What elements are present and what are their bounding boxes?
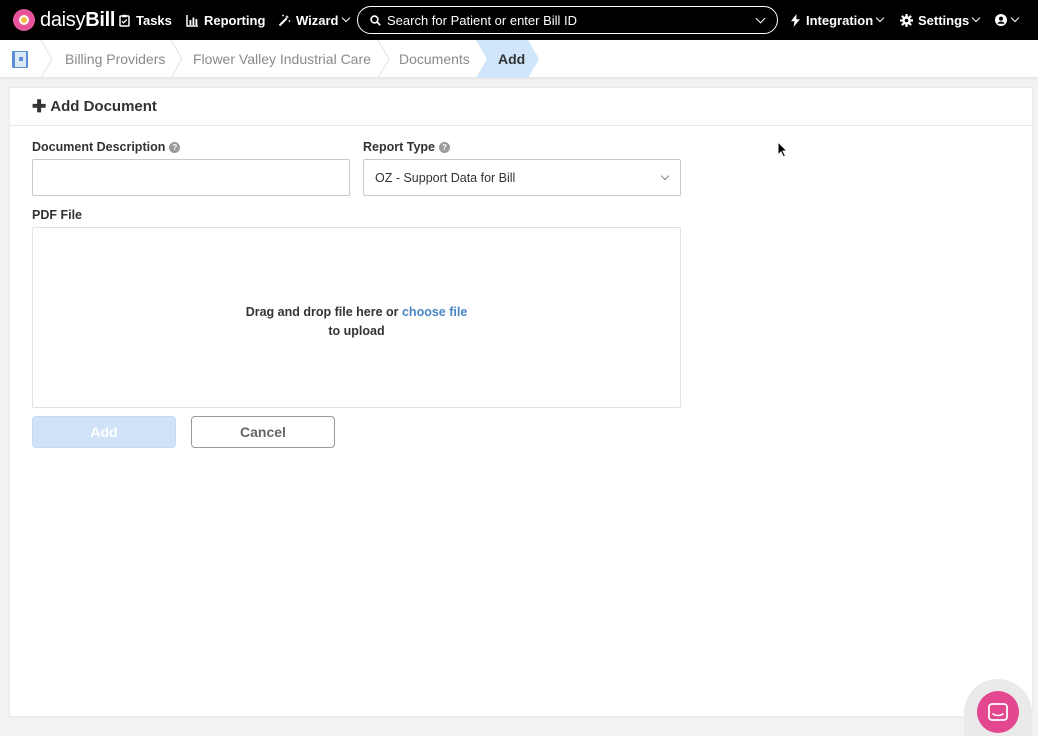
nav-wizard-label: Wizard: [296, 12, 339, 28]
description-label: Document Description ?: [32, 140, 181, 154]
help-icon[interactable]: ?: [439, 141, 450, 153]
dropzone-text: Drag and drop file here or choose file t…: [33, 303, 680, 341]
book-icon: [12, 50, 28, 68]
gear-icon: [900, 13, 913, 27]
breadcrumb: Billing Providers Flower Valley Industri…: [0, 40, 1038, 78]
user-icon: [995, 14, 1007, 26]
wand-icon: [278, 14, 291, 26]
search-bar[interactable]: [357, 6, 778, 34]
choose-file-link[interactable]: choose file: [402, 305, 467, 319]
search-input[interactable]: [387, 12, 747, 28]
chevron-down-icon: [341, 13, 350, 23]
card-header: ✚ Add Document: [10, 88, 1032, 126]
report-type-label-text: Report Type: [363, 140, 435, 154]
nav-integration[interactable]: Integration: [790, 0, 885, 40]
chevron-down-icon: [875, 13, 885, 23]
breadcrumb-active-label: Add: [498, 51, 526, 67]
chat-icon: [988, 703, 1008, 721]
description-label-text: Document Description: [32, 140, 166, 154]
nav-reporting[interactable]: Reporting: [186, 0, 265, 40]
breadcrumb-item-provider[interactable]: Flower Valley Industrial Care: [193, 40, 371, 78]
mouse-cursor-icon: [777, 141, 788, 158]
nav-settings[interactable]: Settings: [900, 0, 981, 40]
chevron-down-icon: [660, 171, 670, 181]
brand-logo[interactable]: daisyBill: [13, 0, 115, 40]
breadcrumb-separator: [170, 40, 183, 78]
top-nav: daisyBill Tasks Reporting Wizard Integra…: [0, 0, 1038, 40]
breadcrumb-home[interactable]: [0, 40, 40, 78]
add-button[interactable]: Add: [32, 416, 176, 448]
help-icon[interactable]: ?: [169, 141, 181, 153]
chevron-down-icon: [972, 13, 981, 23]
cancel-button[interactable]: Cancel: [191, 416, 335, 448]
chat-launcher-button[interactable]: [977, 691, 1019, 733]
document-description-input[interactable]: [32, 159, 350, 196]
breadcrumb-separator: [377, 40, 390, 78]
search-icon: [370, 14, 381, 26]
nav-user-menu[interactable]: [995, 0, 1020, 40]
report-type-value: OZ - Support Data for Bill: [375, 170, 516, 185]
add-document-card: ✚ Add Document Document Description ? Re…: [9, 87, 1033, 717]
breadcrumb-item-documents[interactable]: Documents: [399, 40, 470, 78]
clipboard-icon: [119, 14, 130, 27]
nav-integration-label: Integration: [806, 12, 874, 28]
nav-settings-label: Settings: [918, 12, 970, 28]
search-dropdown-icon[interactable]: [755, 13, 766, 24]
dropzone-text-before: Drag and drop file here or: [245, 305, 402, 319]
chevron-down-icon: [1010, 13, 1020, 23]
logo-icon: [13, 9, 35, 31]
nav-tasks[interactable]: Tasks: [118, 0, 172, 40]
report-type-label: Report Type ?: [363, 140, 450, 154]
dropzone-text-after: to upload: [328, 324, 385, 338]
breadcrumb-separator: [40, 40, 53, 78]
brand-name: daisyBill: [40, 8, 116, 31]
file-dropzone[interactable]: Drag and drop file here or choose file t…: [32, 227, 681, 408]
page-title: Add Document: [50, 98, 157, 115]
nav-reporting-label: Reporting: [204, 12, 266, 28]
report-type-select[interactable]: OZ - Support Data for Bill: [363, 159, 681, 196]
nav-wizard[interactable]: Wizard: [278, 0, 350, 40]
nav-tasks-label: Tasks: [136, 12, 172, 28]
breadcrumb-item-active: Add: [476, 40, 540, 78]
bolt-icon: [791, 13, 800, 27]
breadcrumb-item-billing-providers[interactable]: Billing Providers: [65, 40, 165, 78]
chart-icon: [186, 14, 198, 27]
plus-icon: ✚: [32, 96, 47, 116]
pdf-file-label: PDF File: [32, 208, 83, 222]
